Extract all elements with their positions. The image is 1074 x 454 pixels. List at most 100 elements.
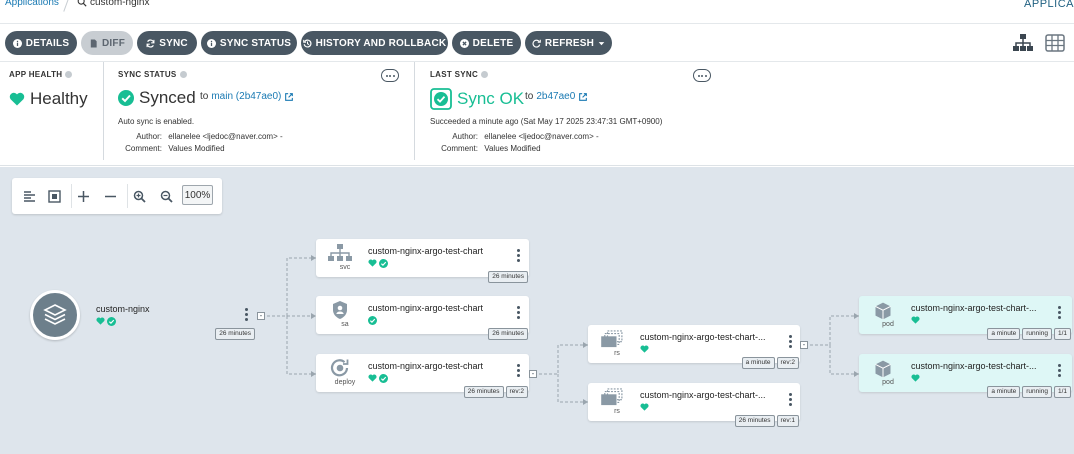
last-sync-more-button[interactable] [693,69,711,82]
replicaset-icon [600,330,624,348]
last-sync-revision-link[interactable]: 2b47ae0 [536,91,575,102]
edge-deploy-rs2 [557,374,588,403]
last-sync-revision: to 2b47ae0 [525,91,588,102]
comment-key: Comment: [125,144,162,153]
sync-status-more-button[interactable] [381,69,399,82]
history-rollback-button[interactable]: HISTORY AND ROLLBACK [301,31,448,55]
app-health-text: Healthy [30,89,88,108]
node-tags: a minute running 1/1 [987,386,1071,398]
refresh-icon [532,39,541,48]
age-tag: 26 minutes [215,328,255,340]
sync-status-button[interactable]: SYNC STATUS [201,31,297,55]
help-icon[interactable] [179,71,187,78]
divider [127,184,128,208]
replicaset-icon [600,388,624,406]
deploy-collapse-toggle[interactable]: - [529,370,537,378]
info-icon [12,38,22,48]
zoom-in-icon[interactable] [130,187,148,205]
page-title-applications: APPLICA [1024,0,1074,10]
collapse-icon[interactable] [101,187,119,205]
ready-count-tag: 1/1 [1053,328,1071,340]
history-rollback-button-label: HISTORY AND ROLLBACK [315,37,447,49]
zoom-out-icon[interactable] [157,187,175,205]
align-left-icon[interactable] [20,187,38,205]
node-menu[interactable] [516,306,520,319]
pod-node-2[interactable]: pod custom-nginx-argo-test-chart-... a m… [859,354,1072,398]
delete-button[interactable]: DELETE [452,31,521,55]
external-link-icon[interactable] [284,92,294,102]
pod-node-1[interactable]: pod custom-nginx-argo-test-chart-... a m… [859,296,1072,340]
node-menu[interactable] [788,335,792,348]
app-node[interactable]: custom-nginx 26 minutes [30,290,257,340]
app-collapse-toggle[interactable]: - [257,312,265,320]
last-sync-note: Succeeded a minute ago (Sat May 17 2025 … [430,117,663,126]
breadcrumb-bar: Applications custom-nginx APPLICA [0,0,1074,24]
zoom-level[interactable]: 100% [182,185,213,205]
sync-button[interactable]: SYNC [137,31,197,55]
help-icon[interactable] [65,71,73,78]
fit-screen-icon[interactable] [45,187,63,205]
node-menu[interactable] [516,364,520,377]
last-sync-comment: Comment: Values Modified [430,144,540,153]
check-circle-icon [107,317,116,326]
rs-node-1[interactable]: rs custom-nginx-argo-test-chart-... a mi… [588,325,800,369]
node-menu[interactable] [1057,364,1061,377]
toolbar: DETAILS DIFF SYNC SYNC STATUS HISTORY AN… [0,24,1074,62]
tree-view-icon[interactable] [1013,34,1033,52]
ready-count-tag: 1/1 [1053,386,1071,398]
node-menu[interactable] [788,393,792,406]
node-tags: 26 minutes [488,328,528,340]
divider [71,184,72,208]
refresh-button[interactable]: REFRESH [525,31,612,55]
app-node-name: custom-nginx [96,304,150,314]
sync-status-text: Synced [139,88,196,107]
node-status [368,374,388,383]
rs-collapse-toggle[interactable]: - [800,341,808,349]
node-menu[interactable] [516,249,520,262]
revision-tag: rev:1 [776,415,799,427]
rs-node-2[interactable]: rs custom-nginx-argo-test-chart-... 26 m… [588,383,800,427]
check-circle-icon [379,374,388,383]
node-menu[interactable] [1057,306,1061,319]
diff-button[interactable]: DIFF [81,31,133,55]
sync-status-label: SYNC STATUS [118,70,187,79]
node-status [911,316,920,324]
revision-tag: rev:2 [776,357,799,369]
heart-icon [9,92,25,106]
heart-icon [640,403,649,411]
check-square-icon [430,88,452,110]
close-circle-icon [459,38,469,48]
grid-view-icon[interactable] [1045,34,1065,52]
history-icon [302,39,312,48]
details-button[interactable]: DETAILS [5,31,77,55]
details-button-label: DETAILS [25,37,70,49]
node-name: custom-nginx-argo-test-chart [368,361,484,371]
app-node-tags: 26 minutes [215,328,255,340]
node-name: custom-nginx-argo-test-chart-... [640,390,766,400]
node-name: custom-nginx-argo-test-chart [368,303,484,313]
age-tag: a minute [987,386,1021,398]
node-status [368,259,388,268]
revision-tag: rev:2 [505,386,528,398]
sync-revision-link[interactable]: main (2b47ae0) [211,91,281,102]
pod-cube-icon [871,359,895,379]
node-tags: 26 minutes [488,271,528,283]
external-link-icon[interactable] [578,92,588,102]
svc-node[interactable]: svc custom-nginx-argo-test-chart 26 minu… [316,239,529,283]
deploy-node[interactable]: deploy custom-nginx-argo-test-chart 26 m… [316,354,529,398]
expand-icon[interactable] [74,187,92,205]
sync-status-label-text: SYNC STATUS [118,70,177,79]
node-kind: deploy [334,379,356,386]
edge-app-deploy [286,316,316,375]
to-label: to [200,91,209,102]
divider [414,62,415,160]
search-icon[interactable] [77,0,87,7]
breadcrumb-applications-link[interactable]: Applications [5,0,59,8]
edge-rs1-pod2 [829,345,859,375]
app-node-menu[interactable] [245,308,248,321]
resource-graph: 100% custom-nginx 26 minutes - svc custo… [0,167,1074,454]
sa-node[interactable]: sa custom-nginx-argo-test-chart 26 minut… [316,296,529,340]
zoom-toolbar: 100% [12,178,222,214]
help-icon[interactable] [481,71,489,78]
age-tag: 26 minutes [488,328,528,340]
